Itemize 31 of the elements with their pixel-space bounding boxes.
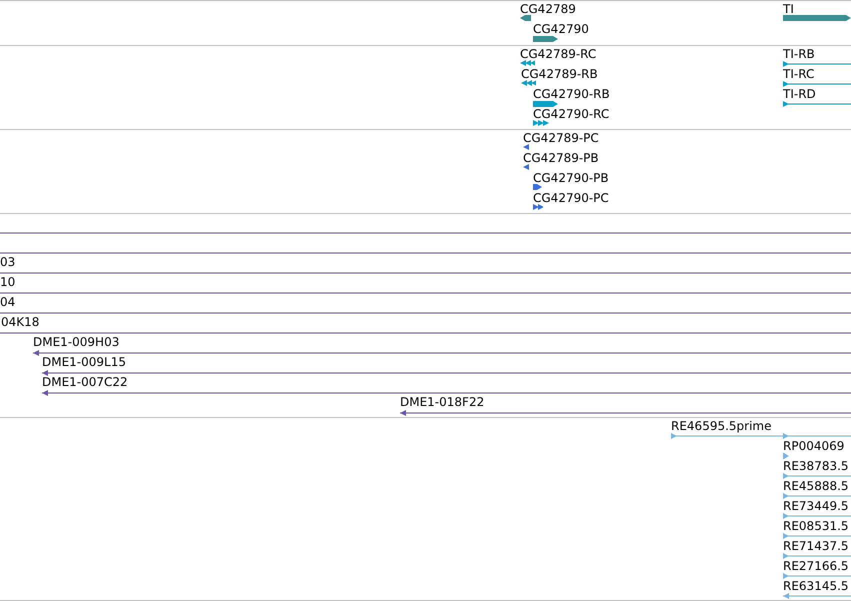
feature-label: DME1-009H03 bbox=[33, 335, 120, 349]
feature-label: RE71437.5 bbox=[783, 539, 849, 553]
feature-label: DME1-009L15 bbox=[42, 355, 126, 369]
feature-label: DME1-007C22 bbox=[42, 375, 128, 389]
feature-label: 04 bbox=[0, 295, 16, 309]
feature-label: CG42789-PC bbox=[523, 131, 599, 145]
feature-label: RP004069 bbox=[783, 439, 844, 453]
feature-label: CG42790-RC bbox=[533, 107, 610, 121]
feature-label: CG42790-RB bbox=[533, 87, 610, 101]
feature-label: RE27166.5 bbox=[783, 559, 849, 573]
feature-label: RE45888.5 bbox=[783, 479, 849, 493]
feature-label: CG42790-PC bbox=[533, 191, 609, 205]
feature-label: CG42789-PB bbox=[523, 151, 599, 165]
feature-label: CG42789-RB bbox=[521, 67, 598, 81]
feature-label: 03 bbox=[0, 255, 16, 269]
feature-label: TI bbox=[783, 2, 794, 16]
feature-label: RE63145.5 bbox=[783, 579, 849, 593]
feature-label: RE73449.5 bbox=[783, 499, 849, 513]
feature-label: DME1-018F22 bbox=[400, 395, 484, 409]
feature-label: RE08531.5 bbox=[783, 519, 849, 533]
feature-label: CG42790-PB bbox=[533, 171, 609, 185]
feature-label: TI-RB bbox=[783, 47, 815, 61]
feature-label: CG42789-RC bbox=[520, 47, 596, 61]
feature-label: RE46595.5prime bbox=[671, 419, 772, 433]
feature-label: 10 bbox=[0, 275, 16, 289]
feature-label: TI-RC bbox=[783, 67, 814, 81]
feature-label: TI-RD bbox=[783, 87, 816, 101]
feature-label: 04K18 bbox=[1, 315, 40, 329]
feature-label: RE38783.5 bbox=[783, 459, 849, 473]
feature-label: CG42790 bbox=[533, 22, 589, 36]
feature-label: CG42789 bbox=[520, 2, 576, 16]
